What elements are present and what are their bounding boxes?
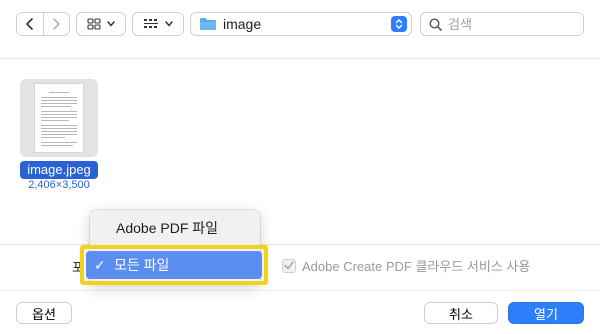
checkbox-box [282,258,296,273]
grid-icon [87,18,101,30]
forward-button[interactable] [42,13,70,35]
file-item[interactable]: image.jpeg 2,406×3,500 [20,79,98,194]
view-mode-button[interactable] [76,12,126,36]
file-name: image.jpeg [20,161,98,179]
chevron-down-icon [107,21,115,27]
open-button[interactable]: 열기 [508,302,584,324]
group-icon [144,19,158,28]
back-button[interactable] [17,13,43,35]
checkmark-icon [284,261,294,270]
cloud-service-checkbox[interactable]: Adobe Create PDF 클라우드 서비스 사용 [282,256,530,275]
popup-stepper-icon [391,16,407,32]
navigation-buttons [16,12,70,36]
location-label: image [223,16,262,32]
search-input[interactable] [448,16,578,32]
toolbar: image [0,0,600,48]
menu-item-adobe-pdf[interactable]: Adobe PDF 파일 [90,215,260,241]
folder-icon [200,18,216,30]
document-thumbnail-icon [35,84,83,152]
checkmark-icon: ✓ [94,256,106,273]
chevron-left-icon [25,18,33,30]
search-icon [429,17,442,31]
search-field[interactable] [420,12,584,36]
chevron-right-icon [53,18,61,30]
file-dimensions: 2,406×3,500 [28,179,90,191]
chevron-down-icon [165,21,173,27]
divider [0,290,600,291]
file-thumbnail [20,79,98,157]
group-mode-button[interactable] [132,12,184,36]
location-popup[interactable]: image [190,12,412,36]
cancel-button[interactable]: 취소 [424,302,498,324]
cloud-checkbox-label: Adobe Create PDF 클라우드 서비스 사용 [302,259,531,274]
menu-item-all-files[interactable]: ✓ 모든 파일 [86,251,262,279]
menu-item-label: 모든 파일 [114,257,170,273]
options-button[interactable]: 옵션 [16,302,72,324]
